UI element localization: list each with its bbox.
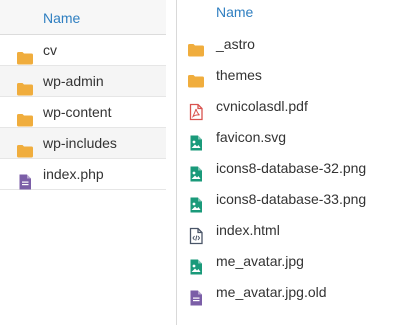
folder-icon [182,35,204,57]
file-row[interactable]: wp-content [0,97,166,128]
left-column-header[interactable]: Name [0,0,166,35]
folder-icon [8,104,33,127]
image-file-icon [182,159,202,182]
file-name[interactable]: me_avatar.jpg.old [216,284,327,300]
right-file-list: Name _astrothemes cvnicolasdl.pdf favicon.… [176,0,409,325]
file-row[interactable]: me_avatar.jpg [177,246,409,277]
file-row[interactable]: cvnicolasdl.pdf [177,91,409,122]
file-row[interactable]: _astro [177,29,409,60]
image-file-icon [182,128,202,151]
file-name[interactable]: wp-content [43,104,111,120]
file-row[interactable]: index.php [0,159,166,190]
file-name[interactable]: icons8-database-33.png [216,191,366,207]
file-icon [8,166,31,190]
file-row[interactable]: me_avatar.jpg.old [177,277,409,308]
right-column-header[interactable]: Name [177,0,409,27]
right-file-rows: _astrothemes cvnicolasdl.pdf favicon.svg ic… [177,29,409,308]
file-row[interactable]: cv [0,35,166,66]
file-row[interactable]: themes [177,60,409,91]
folder-icon [8,135,33,158]
pdf-file-icon [182,97,203,121]
file-name[interactable]: index.html [216,222,280,238]
file-name[interactable]: me_avatar.jpg [216,253,304,269]
file-name[interactable]: cvnicolasdl.pdf [216,98,308,114]
code-file-icon [182,221,203,245]
file-row[interactable]: icons8-database-33.png [177,184,409,215]
image-file-icon [182,190,202,213]
file-row[interactable]: icons8-database-32.png [177,153,409,184]
file-name[interactable]: cv [43,42,57,58]
name-column-header[interactable]: Name [216,4,253,20]
left-file-list: Name cv wp-admin wp-content wp-includes inde… [0,0,166,325]
file-name[interactable]: themes [216,67,262,83]
folder-icon [8,73,33,96]
file-row[interactable]: wp-includes [0,128,166,159]
folder-icon [182,66,204,88]
file-row[interactable]: index.html [177,215,409,246]
file-row[interactable]: favicon.svg [177,122,409,153]
file-name[interactable]: icons8-database-32.png [216,160,366,176]
folder-icon [8,42,33,65]
file-name[interactable]: wp-includes [43,135,117,151]
name-column-header[interactable]: Name [43,10,80,26]
file-name[interactable]: wp-admin [43,73,104,89]
left-file-rows: cv wp-admin wp-content wp-includes index.php [0,35,166,190]
file-row[interactable]: wp-admin [0,66,166,97]
image-file-icon [182,252,202,275]
file-name[interactable]: _astro [216,36,255,52]
file-name[interactable]: favicon.svg [216,129,286,145]
file-icon [182,283,202,306]
file-name[interactable]: index.php [43,166,104,182]
